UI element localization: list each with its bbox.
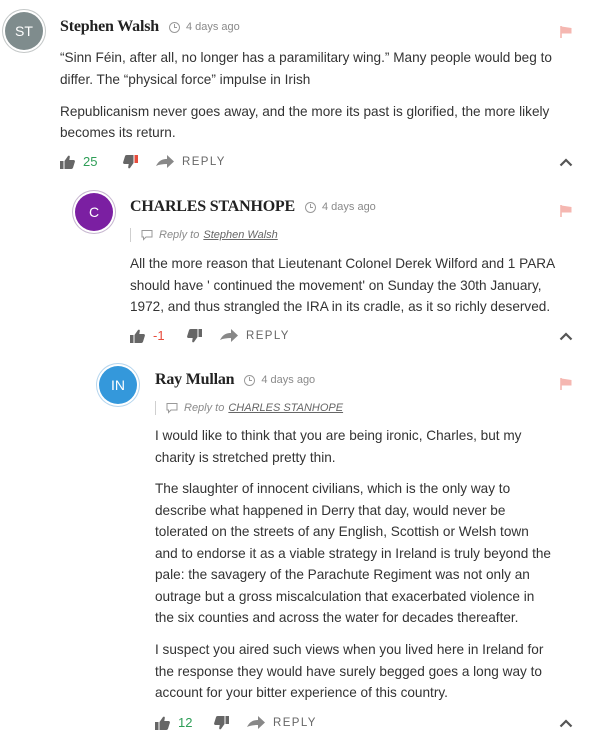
flag-icon[interactable] bbox=[559, 377, 573, 391]
comment-actions: 12 REPLY bbox=[155, 715, 317, 730]
reply-arrow-icon bbox=[247, 716, 265, 729]
timestamp-text: 4 days ago bbox=[261, 374, 316, 386]
comment-text-line: I suspect you aired such views when you … bbox=[155, 642, 544, 657]
author-name[interactable]: Stephen Walsh bbox=[60, 18, 159, 36]
reply-label: REPLY bbox=[273, 716, 317, 729]
speech-bubble-icon bbox=[166, 403, 178, 414]
reply-to-label: Reply to bbox=[184, 402, 225, 414]
timestamp-text: 4 days ago bbox=[321, 201, 376, 213]
comment-charles-stanhope: C CHARLES STANHOPE 4 days ago Reply to S… bbox=[0, 180, 591, 355]
thumbs-up-icon[interactable] bbox=[60, 155, 75, 169]
avatar[interactable]: IN bbox=[99, 366, 137, 404]
comment-text-line: differ. The “physical force” impulse in … bbox=[60, 72, 311, 87]
comment-text-line: “Sinn Féin, after all, no longer has a p… bbox=[60, 50, 552, 65]
comment-text-line: account for your bitter experience of th… bbox=[155, 685, 448, 700]
avatar[interactable]: ST bbox=[5, 12, 43, 50]
author-name[interactable]: Ray Mullan bbox=[155, 371, 235, 389]
thumbs-up-icon[interactable] bbox=[155, 716, 170, 730]
timestamp[interactable]: 4 days ago bbox=[304, 201, 376, 213]
vote-score: -1 bbox=[153, 328, 165, 343]
reply-to-link[interactable]: Reply to Stephen Walsh bbox=[130, 228, 278, 242]
reply-arrow-icon bbox=[156, 155, 174, 168]
avatar[interactable]: C bbox=[75, 193, 113, 231]
comment-thread: ST Stephen Walsh 4 days ago “Sinn Féin, … bbox=[0, 0, 591, 736]
avatar-initials: IN bbox=[111, 377, 125, 393]
reply-arrow-icon bbox=[220, 329, 238, 342]
comment-text-line: the six counties and across the water fo… bbox=[155, 610, 519, 625]
comment-ray-mullan: IN Ray Mullan 4 days ago Reply to CHARLE… bbox=[0, 355, 591, 736]
comment-actions: -1 REPLY bbox=[130, 328, 290, 343]
chevron-up-icon[interactable] bbox=[559, 331, 573, 341]
flag-icon[interactable] bbox=[559, 204, 573, 218]
comment-text-line: All the more reason that Lieutenant Colo… bbox=[130, 256, 556, 271]
comment-text-line: I would like to think that you are being… bbox=[155, 428, 522, 443]
timestamp[interactable]: 4 days ago bbox=[168, 21, 240, 33]
comment-actions: 25 REPLY bbox=[60, 154, 226, 169]
reply-to-link[interactable]: Reply to CHARLES STANHOPE bbox=[155, 401, 343, 415]
clock-icon bbox=[304, 201, 316, 213]
comment-text-line: and to endorse it as a viable strategy i… bbox=[155, 546, 551, 561]
thumbs-down-icon[interactable] bbox=[187, 328, 202, 343]
comment-text-line: becomes its return. bbox=[60, 125, 176, 140]
chevron-up-icon[interactable] bbox=[559, 718, 573, 728]
speech-bubble-icon bbox=[141, 230, 153, 241]
comment-text-line: charity is stretched pretty thin. bbox=[155, 450, 336, 465]
reply-to-target[interactable]: CHARLES STANHOPE bbox=[228, 402, 343, 414]
reply-button[interactable]: REPLY bbox=[220, 329, 290, 342]
vote-score: 12 bbox=[178, 715, 193, 730]
comment-text-line: pale: the savagery of the Parachute Regi… bbox=[155, 567, 530, 582]
clock-icon bbox=[244, 374, 256, 386]
comment-text-line: describe what happened in Derry that day… bbox=[155, 503, 506, 518]
chevron-up-icon[interactable] bbox=[559, 157, 573, 167]
timestamp[interactable]: 4 days ago bbox=[244, 374, 315, 386]
reply-button[interactable]: REPLY bbox=[247, 716, 317, 729]
reply-to-label: Reply to bbox=[159, 229, 200, 241]
vote-score: 25 bbox=[83, 154, 98, 169]
comment-text-line: the response they would have surely begg… bbox=[155, 664, 542, 679]
avatar-initials: ST bbox=[15, 23, 33, 39]
comment-text-line: tolerated on the streets of any English,… bbox=[155, 524, 529, 539]
reply-label: REPLY bbox=[182, 155, 226, 168]
reply-button[interactable]: REPLY bbox=[156, 155, 226, 168]
reply-to-target[interactable]: Stephen Walsh bbox=[203, 229, 277, 241]
reply-label: REPLY bbox=[246, 329, 290, 342]
comment-text-line: 1972, and thus strangled the IRA in its … bbox=[130, 299, 551, 314]
comment-text-line: Republicanism never goes away, and the m… bbox=[60, 104, 550, 119]
comment-text-line: should have ' continued the movement' on… bbox=[130, 278, 542, 293]
comment-stephen-walsh: ST Stephen Walsh 4 days ago “Sinn Féin, … bbox=[0, 0, 591, 180]
thumbs-down-icon[interactable] bbox=[123, 154, 138, 169]
avatar-initials: C bbox=[88, 204, 100, 220]
timestamp-text: 4 days ago bbox=[185, 21, 240, 33]
thumbs-up-icon[interactable] bbox=[130, 329, 145, 343]
thumbs-down-icon[interactable] bbox=[214, 715, 229, 730]
comment-text-line: outrage but a gross miscalculation that … bbox=[155, 589, 535, 604]
clock-icon bbox=[168, 21, 180, 33]
comment-text-line: The slaughter of innocent civilians, whi… bbox=[155, 481, 511, 496]
flag-icon[interactable] bbox=[559, 25, 573, 39]
author-name[interactable]: CHARLES STANHOPE bbox=[130, 198, 295, 216]
